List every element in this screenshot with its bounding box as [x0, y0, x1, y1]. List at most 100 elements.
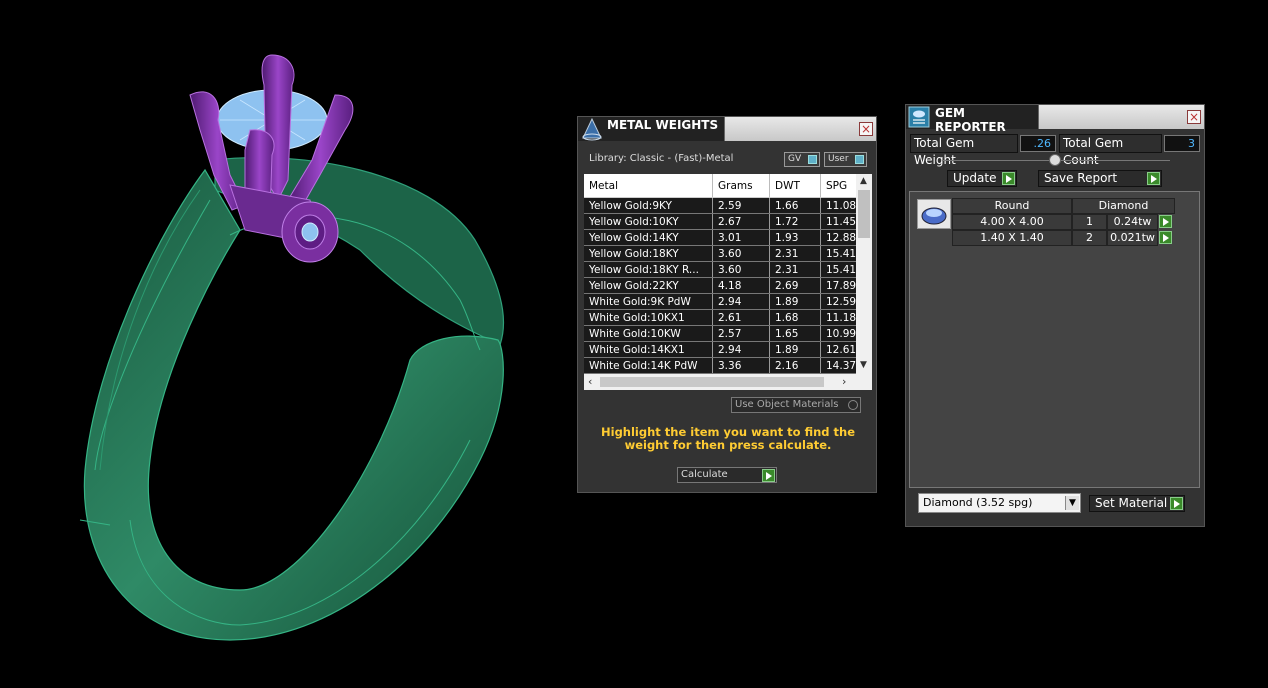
save-report-button[interactable]: Save Report [1038, 170, 1162, 187]
metal-weights-title: METAL WEIGHTS [607, 118, 719, 132]
table-cell: 1.89 [769, 341, 821, 358]
table-row[interactable]: Yellow Gold:14KY 3.01 1.93 12.88 [584, 229, 863, 246]
scroll-thumb[interactable] [858, 190, 870, 238]
cone-icon [582, 117, 602, 141]
table-cell: Yellow Gold:18KY R... [584, 261, 713, 278]
table-cell: 1.65 [769, 325, 821, 342]
table-row[interactable]: Yellow Gold:18KY R... 3.60 2.31 15.41 [584, 261, 863, 278]
set-material-label: Set Material [1095, 496, 1168, 510]
table-row[interactable]: Yellow Gold:22KY 4.18 2.69 17.89 [584, 277, 863, 294]
round-gem-icon [921, 207, 947, 225]
user-toggle-label: User [828, 154, 849, 164]
use-object-materials-label: Use Object Materials [735, 399, 839, 410]
instruction-message: Highlight the item you want to find the … [601, 425, 855, 452]
material-select[interactable]: Diamond (3.52 spg) ▼ [918, 493, 1081, 513]
ring-model [79, 54, 505, 641]
metal-weights-panel: METAL WEIGHTS × Library: Classic - (Fast… [577, 116, 877, 493]
play-arrow-icon [1002, 172, 1015, 185]
chevron-down-icon: ▼ [1065, 496, 1079, 510]
col-grams[interactable]: Grams [712, 174, 770, 198]
gem-count: 2 [1072, 230, 1107, 246]
table-cell: White Gold:14KX1 [584, 341, 713, 358]
table-cell: 2.61 [712, 309, 770, 326]
close-icon[interactable]: × [859, 122, 873, 136]
gem-weight: 0.24tw [1107, 214, 1158, 230]
vertical-scrollbar[interactable]: ▲ ▼ [856, 174, 872, 374]
round-gem-thumbnail[interactable] [917, 199, 951, 229]
scroll-left-icon[interactable]: ‹ [588, 375, 592, 388]
table-cell: 3.01 [712, 229, 770, 246]
gv-toggle-label: GV [788, 154, 802, 164]
metal-table-container: Metal Grams DWT SPG Yellow Gold:9KY 2.59 1… [584, 174, 872, 390]
table-cell: 1.89 [769, 293, 821, 310]
hscroll-thumb[interactable] [600, 377, 824, 387]
col-metal[interactable]: Metal [584, 174, 713, 198]
table-cell: 2.57 [712, 325, 770, 342]
play-arrow-icon[interactable] [1159, 215, 1172, 228]
user-indicator-icon [855, 155, 864, 164]
gem-list: Round Diamond 4.00 X 4.00 1 0.24tw 1.40 … [909, 191, 1200, 488]
scroll-down-icon[interactable]: ▼ [860, 360, 867, 370]
user-toggle[interactable]: User [824, 152, 867, 167]
table-cell: 3.36 [712, 357, 770, 374]
metal-weights-tab: METAL WEIGHTS [578, 117, 725, 141]
table-row[interactable]: Yellow Gold:18KY 3.60 2.31 15.41 [584, 245, 863, 262]
table-row[interactable]: White Gold:14KX1 2.94 1.89 12.61 [584, 341, 863, 358]
table-row[interactable]: White Gold:9K PdW 2.94 1.89 12.59 [584, 293, 863, 310]
table-cell: White Gold:10KX1 [584, 309, 713, 326]
gem-reporter-titlebar[interactable]: GEM REPORTER × [906, 105, 1204, 134]
total-gem-count-label: Total Gem Count [1059, 134, 1162, 167]
close-icon[interactable]: × [1187, 110, 1201, 124]
metal-weights-titlebar[interactable]: METAL WEIGHTS × [578, 117, 876, 141]
scroll-right-icon[interactable]: › [842, 375, 846, 388]
play-arrow-icon [1147, 172, 1160, 185]
table-cell: Yellow Gold:14KY [584, 229, 713, 246]
total-gem-weight-value: .26 [1020, 135, 1056, 152]
table-cell: 2.94 [712, 341, 770, 358]
table-cell: 2.31 [769, 261, 821, 278]
gem-size: 4.00 X 4.00 [952, 214, 1072, 230]
update-button[interactable]: Update [947, 170, 1017, 187]
table-row[interactable]: White Gold:14K PdW 3.36 2.16 14.37 [584, 357, 863, 374]
library-label: Library: Classic - (Fast)-Metal [589, 153, 734, 164]
calculate-button[interactable]: Calculate [677, 467, 777, 483]
update-label: Update [953, 171, 997, 185]
table-cell: 4.18 [712, 277, 770, 294]
table-cell: White Gold:10KW [584, 325, 713, 342]
table-cell: White Gold:9K PdW [584, 293, 713, 310]
table-cell: 1.72 [769, 213, 821, 230]
use-object-materials-toggle[interactable]: Use Object Materials [731, 397, 861, 413]
col-dwt[interactable]: DWT [769, 174, 821, 198]
gv-toggle[interactable]: GV [784, 152, 820, 167]
table-cell: Yellow Gold:18KY [584, 245, 713, 262]
table-cell: 3.60 [712, 261, 770, 278]
horizontal-scrollbar[interactable]: ‹ › [584, 374, 872, 390]
set-material-button[interactable]: Set Material [1089, 495, 1185, 512]
table-cell: 2.16 [769, 357, 821, 374]
gem-reporter-title: GEM REPORTER [935, 106, 1006, 134]
gem-reporter-tab: GEM REPORTER [906, 105, 1039, 134]
table-row[interactable]: White Gold:10KW 2.57 1.65 10.99 [584, 325, 863, 342]
scroll-up-icon[interactable]: ▲ [860, 176, 867, 186]
table-cell: 1.68 [769, 309, 821, 326]
table-cell: 2.94 [712, 293, 770, 310]
table-cell: 1.93 [769, 229, 821, 246]
total-gem-weight-label: Total Gem Weight [910, 134, 1018, 167]
play-arrow-icon [1170, 497, 1183, 510]
calculate-label: Calculate [681, 469, 728, 480]
slider-knob-icon[interactable] [1049, 154, 1061, 166]
play-arrow-icon[interactable] [1159, 231, 1172, 244]
table-row[interactable]: Yellow Gold:10KY 2.67 1.72 11.45 [584, 213, 863, 230]
gem-reporter-panel: GEM REPORTER × Total Gem Weight .26 Tota… [905, 104, 1205, 527]
save-report-label: Save Report [1044, 171, 1118, 185]
material-header: Diamond [1072, 198, 1175, 214]
table-cell: Yellow Gold:10KY [584, 213, 713, 230]
gem-count: 1 [1072, 214, 1107, 230]
table-cell: 2.67 [712, 213, 770, 230]
table-row[interactable]: White Gold:10KX1 2.61 1.68 11.18 [584, 309, 863, 326]
material-select-value: Diamond (3.52 spg) [923, 496, 1033, 509]
table-row[interactable]: Yellow Gold:9KY 2.59 1.66 11.08 [584, 197, 863, 214]
3d-viewport[interactable] [0, 0, 570, 684]
table-cell: 1.66 [769, 197, 821, 214]
gem-report-icon [908, 106, 930, 128]
